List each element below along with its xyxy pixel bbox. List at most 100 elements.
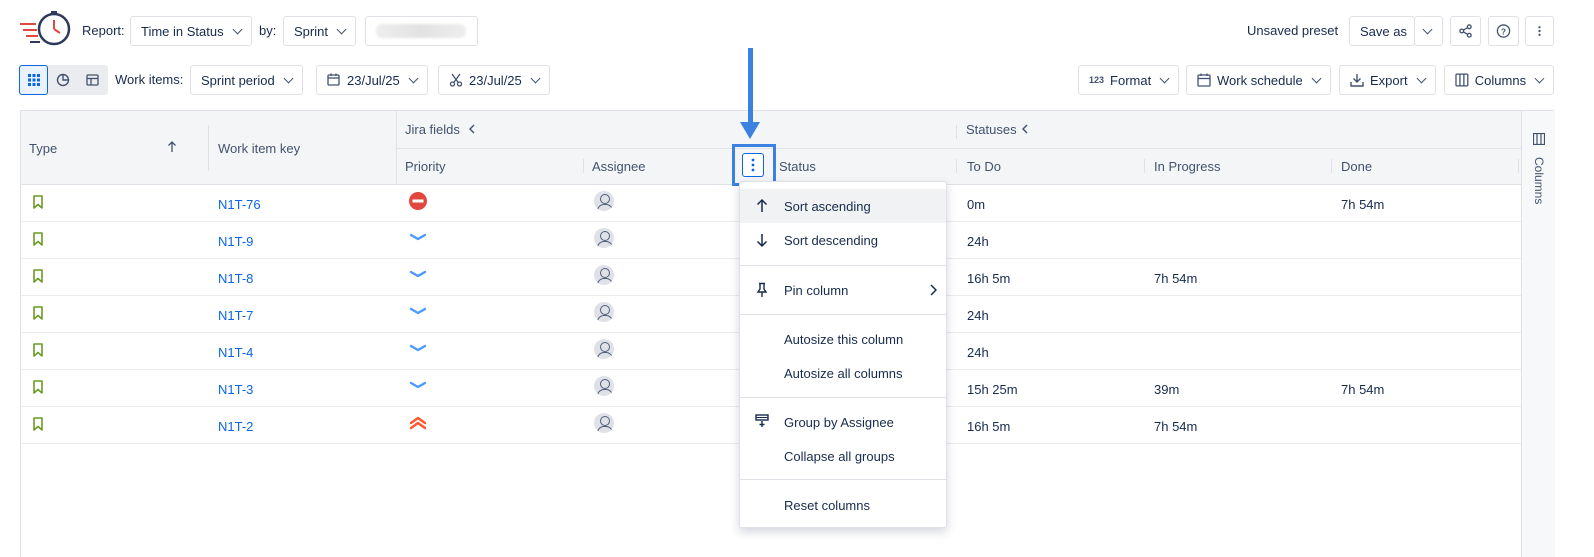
columns-icon: [1455, 73, 1469, 87]
chevron-down-icon: [1422, 24, 1433, 34]
svg-text:?: ?: [1501, 26, 1506, 36]
column-header-status[interactable]: Status: [779, 159, 816, 174]
cell-inprogress: 39m: [1154, 382, 1180, 397]
column-header-priority[interactable]: Priority: [405, 159, 445, 174]
by-select[interactable]: Sprint: [283, 16, 356, 46]
columns-button[interactable]: Columns: [1444, 65, 1554, 95]
save-options-button[interactable]: [1414, 16, 1443, 46]
group-icon: [755, 414, 769, 427]
sprint-select[interactable]: [365, 16, 478, 46]
period-select-value: Sprint period: [201, 72, 275, 88]
more-options-button[interactable]: [1525, 16, 1554, 46]
column-menu-button[interactable]: [742, 153, 764, 177]
work-item-key-link[interactable]: N1T-8: [218, 271, 253, 286]
work-item-key-link[interactable]: N1T-9: [218, 234, 253, 249]
calendar-view-icon: [86, 74, 99, 86]
priority-low-icon: [408, 339, 428, 359]
start-date-picker[interactable]: 23/Jul/25: [316, 65, 428, 95]
cell-todo: 0m: [967, 197, 986, 212]
columns-side-panel[interactable]: Columns: [1521, 111, 1555, 557]
menu-item-pin-column[interactable]: Pin column: [740, 273, 946, 307]
avatar-icon: [594, 339, 614, 359]
end-date-picker[interactable]: 23/Jul/25: [438, 65, 550, 95]
bookmark-icon: [32, 195, 44, 212]
bookmark-icon: [32, 417, 44, 434]
column-context-menu: Sort ascending Sort descending Pin colum…: [739, 181, 947, 528]
sort-arrow-up-icon[interactable]: [167, 141, 177, 153]
work-item-key-link[interactable]: N1T-76: [218, 197, 261, 212]
menu-item-label: Autosize this column: [784, 331, 904, 347]
export-button[interactable]: Export: [1339, 65, 1436, 95]
column-header-todo[interactable]: To Do: [967, 159, 1001, 174]
start-date-value: 23/Jul/25: [347, 72, 400, 88]
side-panel-label: Columns: [1532, 157, 1546, 205]
column-header-inprogress[interactable]: In Progress: [1154, 159, 1220, 174]
chevron-right-icon: [930, 284, 937, 296]
bookmark-icon: [32, 269, 44, 286]
collapse-left-icon[interactable]: [1021, 123, 1029, 135]
menu-item-sort-ascending[interactable]: Sort ascending: [740, 189, 946, 223]
format-label: Format: [1110, 72, 1152, 88]
menu-item-label: Sort descending: [784, 232, 878, 248]
priority-low-icon: [408, 265, 428, 285]
cell-todo: 24h: [967, 234, 989, 249]
share-button[interactable]: [1450, 16, 1481, 46]
calendar-start-icon: [327, 73, 340, 86]
pie-chart-icon: [56, 73, 70, 87]
collapse-left-icon[interactable]: [468, 123, 476, 135]
cell-todo: 16h 5m: [967, 419, 1011, 434]
priority-highest-icon: [408, 413, 428, 433]
column-header-type[interactable]: Type: [29, 141, 57, 156]
calendar-view-button[interactable]: [78, 65, 108, 95]
work-items-label: Work items:: [115, 72, 184, 87]
chart-view-button[interactable]: [48, 65, 78, 95]
format-button[interactable]: 123 Format: [1078, 65, 1180, 95]
cell-inprogress: 7h 54m: [1154, 271, 1198, 286]
menu-item-reset-columns[interactable]: Reset columns: [740, 488, 946, 522]
work-schedule-button[interactable]: Work schedule: [1186, 65, 1331, 95]
column-header-done[interactable]: Done: [1341, 159, 1372, 174]
save-as-button[interactable]: Save as: [1349, 16, 1415, 46]
priority-blocker-icon: [408, 191, 428, 211]
format-icon: 123: [1089, 75, 1105, 85]
help-button[interactable]: ?: [1488, 16, 1519, 46]
more-vertical-icon: [1538, 26, 1541, 36]
annotation-arrowhead: [740, 122, 760, 139]
bookmark-icon: [32, 343, 44, 360]
menu-item-group-by-assignee[interactable]: Group by Assignee: [740, 405, 946, 439]
menu-item-label: Autosize all columns: [784, 365, 903, 381]
save-as-label: Save as: [1360, 23, 1407, 39]
menu-item-sort-descending[interactable]: Sort descending: [740, 223, 946, 257]
help-icon: ?: [1496, 24, 1511, 38]
export-label: Export: [1370, 72, 1408, 88]
menu-item-label: Sort ascending: [784, 198, 871, 214]
report-select[interactable]: Time in Status: [130, 16, 252, 46]
column-header-assignee[interactable]: Assignee: [592, 159, 645, 174]
columns-label: Columns: [1474, 72, 1527, 88]
menu-item-autosize-this[interactable]: Autosize this column: [740, 322, 946, 356]
work-item-key-link[interactable]: N1T-4: [218, 345, 253, 360]
bookmark-icon: [32, 232, 44, 249]
arrow-down-icon: [756, 234, 768, 248]
end-date-value: 23/Jul/25: [469, 72, 522, 88]
redacted-value: [376, 24, 466, 38]
column-header-key[interactable]: Work item key: [218, 141, 300, 156]
menu-item-label: Pin column: [784, 282, 849, 298]
cell-todo: 15h 25m: [967, 382, 1018, 397]
avatar-icon: [594, 265, 614, 285]
grid-view-button[interactable]: [19, 65, 48, 95]
avatar-icon: [594, 376, 614, 396]
bookmark-icon: [32, 380, 44, 397]
work-item-key-link[interactable]: N1T-2: [218, 419, 253, 434]
view-switcher: [19, 65, 108, 95]
menu-item-autosize-all[interactable]: Autosize all columns: [740, 356, 946, 390]
chevron-down-icon: [530, 73, 541, 83]
arrow-up-icon: [756, 198, 768, 212]
menu-item-collapse-groups[interactable]: Collapse all groups: [740, 439, 946, 473]
work-item-key-link[interactable]: N1T-3: [218, 382, 253, 397]
work-item-key-link[interactable]: N1T-7: [218, 308, 253, 323]
cell-done: 7h 54m: [1341, 382, 1385, 397]
period-select[interactable]: Sprint period: [190, 65, 303, 95]
group-header-jira-fields: Jira fields: [405, 122, 460, 137]
by-select-value: Sprint: [294, 23, 328, 39]
